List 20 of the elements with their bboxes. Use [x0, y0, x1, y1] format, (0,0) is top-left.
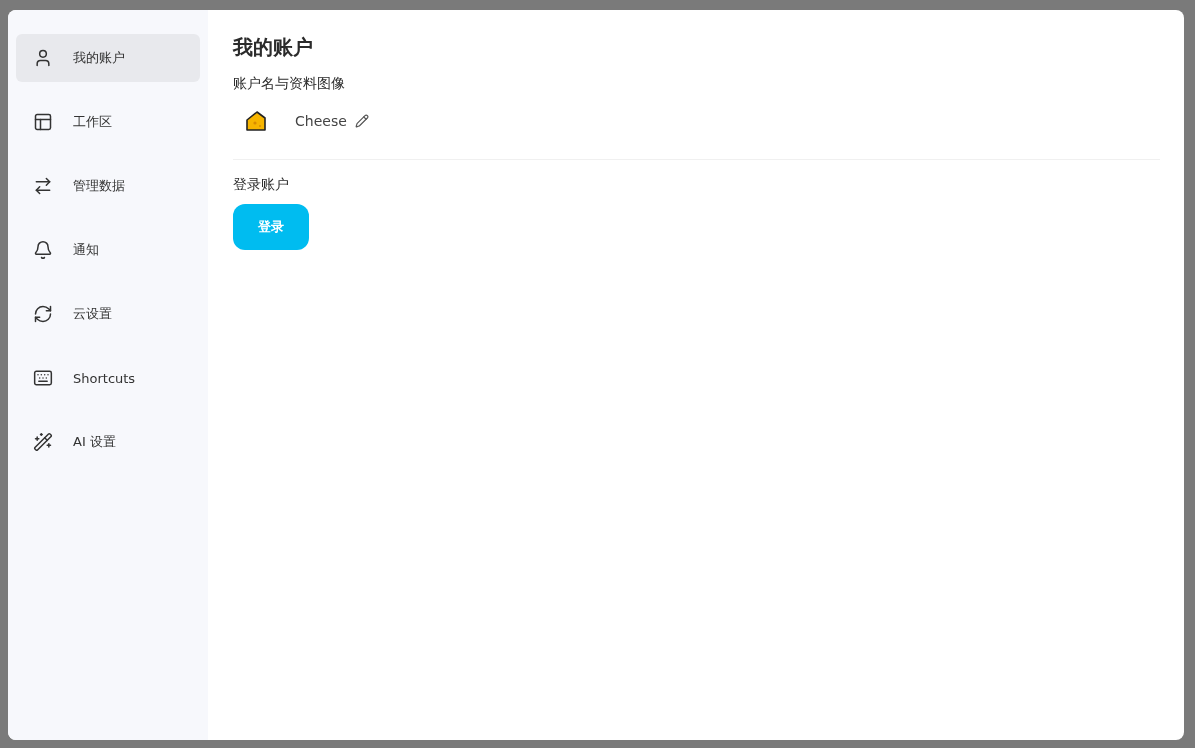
keyboard-icon — [33, 368, 53, 388]
section-heading: 账户名与资料图像 — [233, 75, 346, 93]
cheese-icon — [245, 110, 267, 132]
sidebar-item[interactable]: 管理数据 — [16, 162, 200, 210]
sidebar-item[interactable]: Shortcuts — [16, 354, 200, 402]
page-title: 我的账户 — [233, 34, 314, 61]
sidebar-item[interactable]: AI 设置 — [16, 418, 200, 466]
edit-button[interactable] — [354, 114, 369, 128]
wand-icon — [33, 432, 53, 452]
arrows-icon — [33, 176, 53, 196]
layout-icon — [33, 112, 53, 132]
sync-icon — [33, 304, 53, 324]
sidebar-item[interactable]: 我的账户 — [16, 34, 200, 82]
bell-icon — [33, 240, 53, 260]
account-name: Cheese — [295, 113, 347, 129]
sidebar-item[interactable]: 通知 — [16, 226, 200, 274]
sidebar-item[interactable]: 工作区 — [16, 98, 200, 146]
section-heading: 登录账户 — [233, 176, 290, 194]
user-icon — [33, 48, 53, 68]
sidebar-item[interactable]: 云设置 — [16, 290, 200, 338]
